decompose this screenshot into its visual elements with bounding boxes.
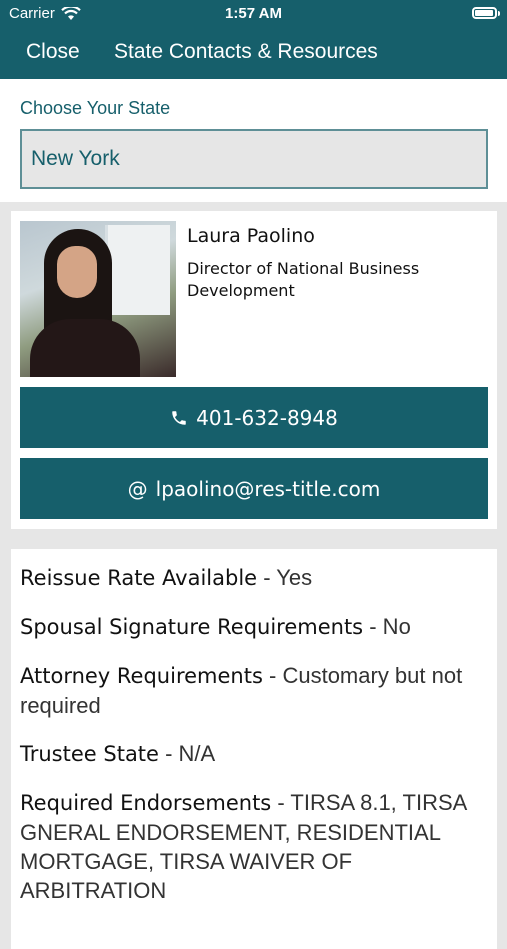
close-button[interactable]: Close [26, 40, 80, 64]
battery-icon [472, 7, 500, 19]
detail-item: Trustee State - N/A [20, 741, 216, 766]
contact-card: Laura Paolino Director of National Busin… [11, 211, 497, 529]
detail-item: Required Endorsements - TIRSA 8.1, TIRSA… [20, 790, 467, 903]
detail-item: Attorney Requirements - Customary but no… [20, 663, 463, 718]
phone-icon [172, 410, 186, 425]
nav-bar: Close State Contacts & Resources [0, 40, 507, 66]
page-title: State Contacts & Resources [114, 40, 378, 63]
state-label: Choose Your State [20, 98, 171, 118]
state-select[interactable]: New York [20, 129, 488, 189]
detail-item: Reissue Rate Available - Yes [20, 565, 313, 590]
call-button[interactable]: 401-632-8948 [20, 387, 488, 448]
contact-name: Laura Paolino [187, 225, 315, 247]
state-section: Choose Your State New York [0, 79, 507, 202]
contact-photo [20, 221, 176, 377]
contact-role: Director of National Business Developmen… [187, 259, 420, 300]
phone-number: 401-632-8948 [196, 405, 338, 430]
detail-item: Spousal Signature Requirements - No [20, 614, 411, 639]
status-bar: Carrier 1:57 AM [0, 0, 507, 30]
at-icon: @ [127, 476, 148, 501]
email-address: lpaolino@res-title.com [155, 476, 381, 501]
email-button[interactable]: @ lpaolino@res-title.com [20, 458, 488, 519]
state-details: Reissue Rate Available - Yes Spousal Sig… [11, 549, 497, 949]
clock: 1:57 AM [225, 5, 282, 22]
top-bar: Carrier 1:57 AM Close State Contacts & R… [0, 0, 507, 79]
